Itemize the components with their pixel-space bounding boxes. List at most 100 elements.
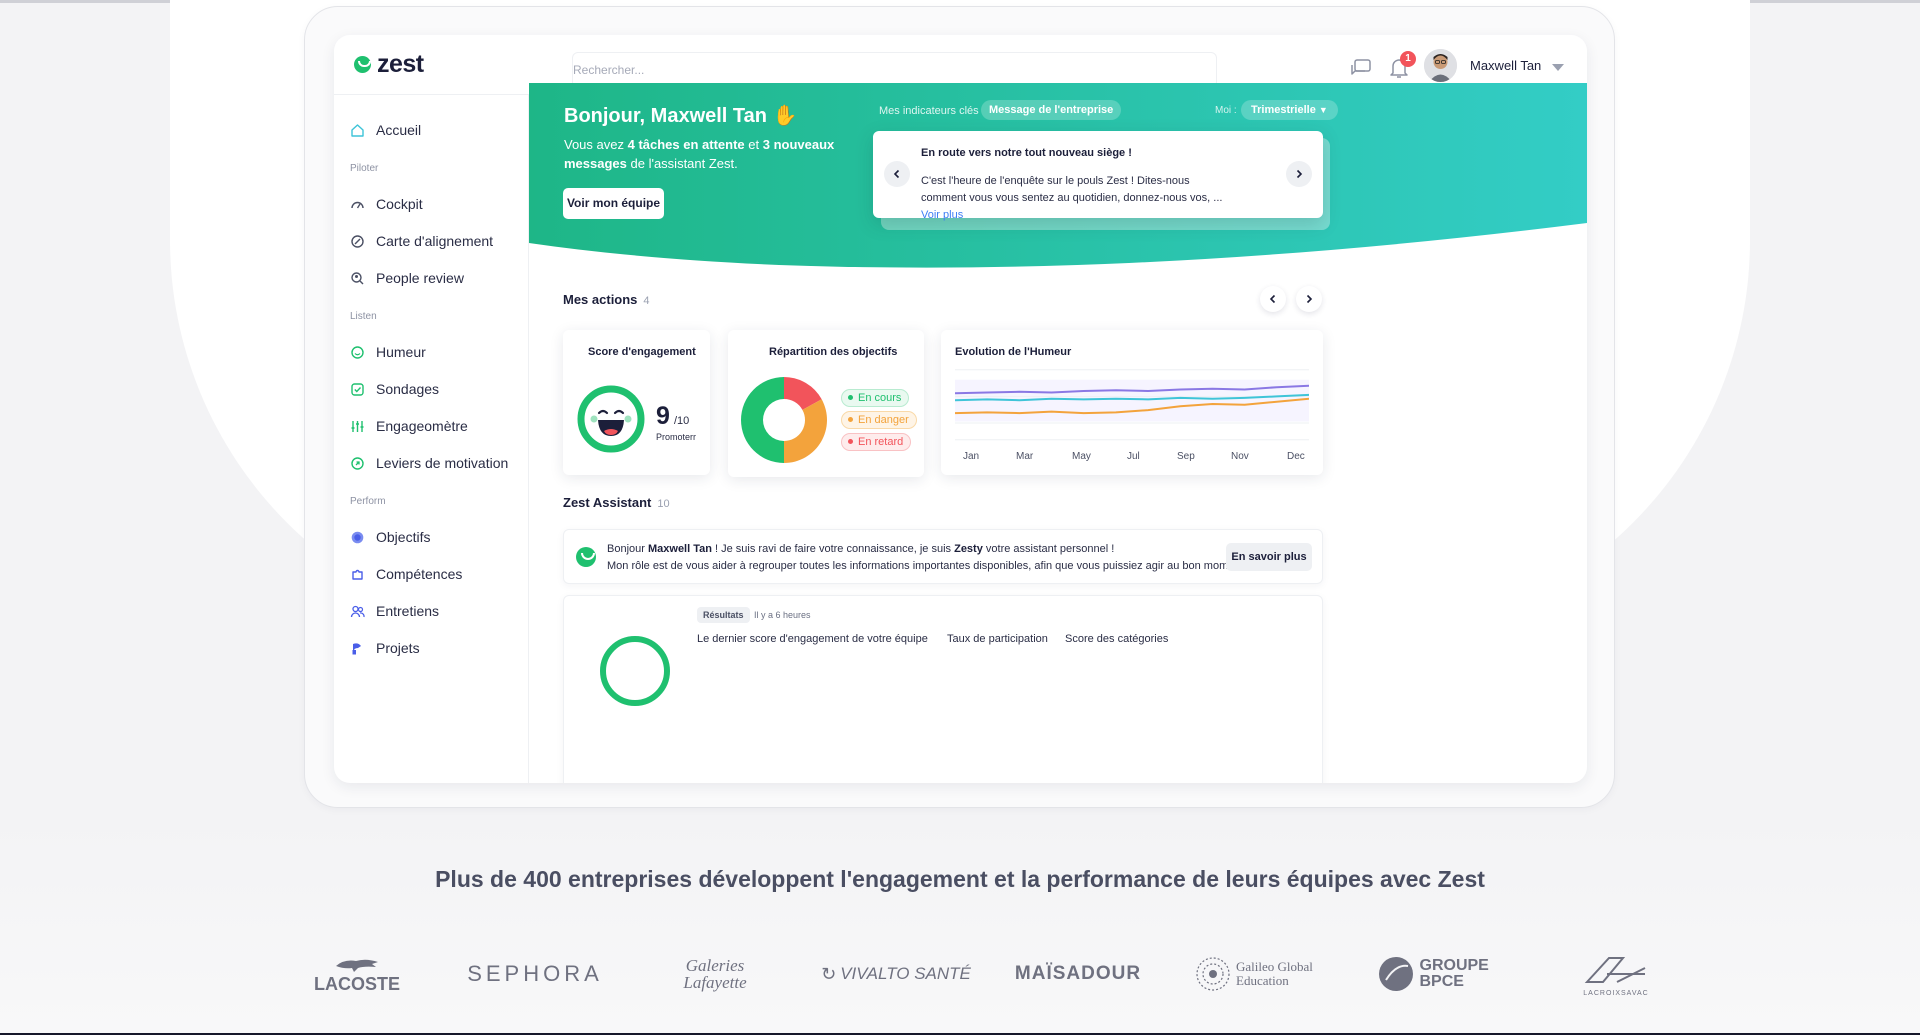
sidebar-item-label: Accueil [376,122,422,138]
sidebar-item-competences[interactable]: Compétences [350,563,462,585]
sidebar-section-piloter: Piloter [350,163,379,174]
gauge-icon [351,201,364,208]
messages-icon[interactable] [1350,59,1372,79]
actions-prev-button[interactable] [1260,286,1286,312]
month-label: Sep [1177,451,1195,462]
tab-message-entreprise[interactable]: Message de l'entreprise [981,100,1122,120]
hero-greeting: Bonjour, Maxwell Tan ✋ [564,105,798,127]
card-title: Score d'engagement [588,346,696,358]
chevron-right-icon [1306,294,1313,304]
sidebar-item-objectifs[interactable]: Objectifs [350,526,430,548]
results-card: Résultats Il y a 6 heures Le dernier sco… [563,595,1323,783]
status-dot [848,438,853,444]
assistant-title: Zest Assistant 10 [563,495,670,510]
next-message-button[interactable] [1286,161,1312,187]
home-icon [351,123,364,137]
sidebar-item-humeur[interactable]: Humeur [350,341,426,363]
users-icon [350,605,365,617]
people-search-icon [351,271,364,284]
month-label: Nov [1231,451,1249,462]
see-more-link[interactable]: Voir plus [921,209,963,221]
chevron-down-icon: ▼ [1318,105,1328,115]
smiley-icon [351,345,364,359]
status-dot [848,416,853,422]
results-heading-engagement: Le dernier score d'engagement de votre é… [697,633,928,645]
prev-message-button[interactable] [884,161,910,187]
score-ring [600,636,670,706]
objectives-donut-chart [741,377,827,463]
card-title: Evolution de l'Humeur [955,346,1072,358]
flag-icon [352,642,361,654]
swirl-icon: ↻ [821,963,837,984]
period-select[interactable]: Trimestrielle ▼ [1241,100,1338,120]
status-badge-en-retard: En retard [841,433,912,451]
learn-more-button[interactable]: En savoir plus [1226,543,1312,571]
sidebar-item-label: Humeur [376,344,426,360]
sidebar-item-label: Sondages [376,381,440,397]
chevron-left-icon [893,169,900,179]
zest-logo-icon [354,55,371,73]
mood-line-chart [955,369,1309,441]
results-heading-categories: Score des catégories [1065,633,1169,645]
results-badge: Résultats [697,607,750,623]
chevron-down-icon[interactable] [1552,64,1564,71]
sidebar-item-accueil[interactable]: Accueil [350,119,421,141]
sidebar-item-engageometre[interactable]: Engageomètre [350,415,468,437]
month-label: May [1072,451,1091,462]
results-timestamp: Il y a 6 heures [754,610,811,620]
sidebar-section-listen: Listen [350,311,377,322]
actions-title: Mes actions 4 [563,292,650,307]
assistant-message: Bonjour Maxwell Tan ! Je suis ravi de fa… [563,529,1323,584]
view-team-button[interactable]: Voir mon équipe [563,188,664,219]
status-badge-en-danger: En danger [841,411,917,429]
app-screen: zest Rechercher... 1 Maxwell Tan Accueil… [334,35,1587,783]
engagement-score-card[interactable]: Score d'engagement 9 /10 Promoterr [563,330,710,475]
sidebar-item-leviers-motivation[interactable]: Leviers de motivation [350,452,508,474]
sidebar-item-label: People review [376,270,464,286]
bpce-emblem-icon [1378,957,1413,991]
results-heading-participation: Taux de participation [947,633,1048,645]
checkbox-icon [351,382,364,396]
mood-evolution-card[interactable]: Evolution de l'Humeur Jan Mar May Jul Se… [941,330,1323,475]
objectives-card[interactable]: Répartition des objectifs En cours En da… [728,330,924,477]
sliders-icon [351,420,364,432]
period-label: Moi : [1215,105,1237,116]
sidebar-item-label: Objectifs [376,529,431,545]
sidebar-item-label: Carte d'alignement [376,233,494,249]
avatar[interactable] [1424,49,1457,82]
chevron-right-icon [1296,169,1303,179]
sidebar-item-projets[interactable]: Projets [350,637,420,659]
assistant-count: 10 [657,498,670,510]
card-title: Répartition des objectifs [769,346,898,358]
actions-count: 4 [643,295,650,307]
status-dot [848,394,853,400]
target-arrow-icon [351,456,364,470]
laughing-face-icon [577,385,645,453]
notification-badge: 1 [1400,51,1416,67]
lacoste-logo: LACOSTE [308,946,406,1002]
bpce-logo: GROUPE BPCE [1375,946,1500,1002]
message-title: En route vers notre tout nouveau siège ! [921,147,1132,159]
chevron-left-icon [1269,294,1276,304]
sidebar-item-people-review[interactable]: People review [350,267,464,289]
sidebar-item-sondages[interactable]: Sondages [350,378,439,400]
actions-next-button[interactable] [1296,286,1322,312]
waving-hand-icon: ✋ [772,105,798,127]
zest-logo[interactable]: zest [354,50,424,78]
galeries-lafayette-logo: Galeries Lafayette [683,956,747,992]
sidebar-item-cockpit[interactable]: Cockpit [350,193,423,215]
vivalto-sante-logo: ↻ VIVALTO SANTÉ [821,963,971,984]
hero-description: Vous avez 4 tâches en attente et 3 nouve… [564,137,835,171]
assistant-line-2: Mon rôle est de vous aider à regrouper t… [607,560,1250,572]
maisadour-logo: MAÏSADOUR [1014,963,1142,984]
month-label: Mar [1016,451,1034,462]
tab-indicateurs[interactable]: Mes indicateurs clés [879,105,979,117]
user-name[interactable]: Maxwell Tan [1470,58,1541,73]
sidebar-item-entretiens[interactable]: Entretiens [350,600,439,622]
sidebar-item-carte-alignement[interactable]: Carte d'alignement [350,230,493,252]
crocodile-icon [336,959,378,972]
status-badge-en-cours: En cours [841,389,910,407]
month-label: Dec [1287,451,1305,462]
galileo-logo: Galileo Global Education [1190,946,1330,1002]
sidebar-item-label: Entretiens [376,603,440,619]
